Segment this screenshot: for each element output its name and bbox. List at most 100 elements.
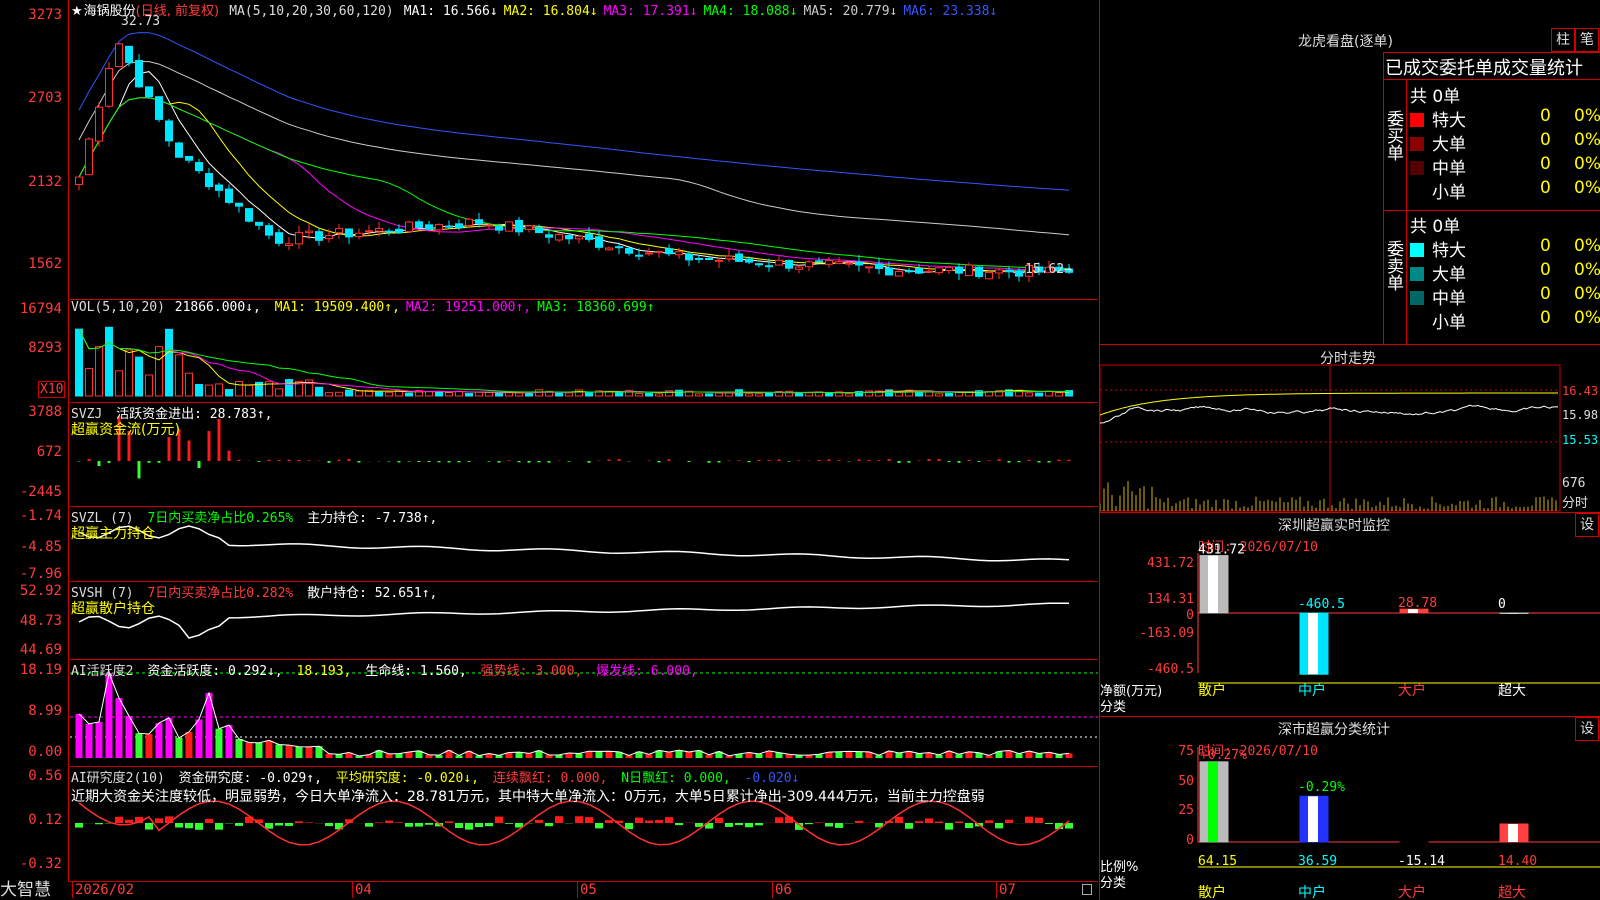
lhb-title: 龙虎看盘(逐单) — [1298, 34, 1393, 50]
price-panel[interactable]: ★海锅股份(日线, 前复权) MA(5,10,20,30,60,120) MA1… — [70, 0, 1098, 300]
category-bar-1 — [1199, 761, 1229, 843]
svsh-panel[interactable]: SVSH (7) 7日内买卖净占比0.282% 散户持仓: 52.651↑, 超… — [70, 582, 1098, 660]
axis-tick: -0.32 — [19, 856, 62, 872]
candle-body — [975, 266, 983, 277]
retail-position-line — [78, 602, 1070, 639]
color-swatch — [1410, 315, 1424, 329]
sz-monitor-bar-chart[interactable]: 431.72134.310-163.09-460.5431.72散户-460.5… — [1100, 513, 1600, 716]
axis-tick: 8.99 — [28, 703, 62, 719]
candle-body — [635, 254, 643, 257]
row-value: 0 — [1540, 308, 1551, 328]
axis-tick: 52.92 — [19, 583, 62, 599]
volume-bar — [155, 346, 163, 397]
vol-panel[interactable]: VOL(5,10,20) 21866.000↓, MA1: 19509.400↑… — [70, 300, 1098, 403]
sz-monitor-panel[interactable]: 深圳超赢实时监控 设 时间: 2026/07/10 431.72 134.31 0-… — [1100, 513, 1600, 717]
axis-tick: -7.96 — [19, 566, 62, 582]
research-bar — [325, 823, 333, 827]
ma-value-2: MA2: 19251.000↑, — [405, 300, 532, 315]
row-pct: 0% — [1574, 260, 1600, 280]
category-label: 中户 — [1298, 682, 1326, 699]
candle-body — [795, 266, 803, 270]
volume-chart[interactable] — [70, 300, 1098, 402]
candle-body — [105, 68, 113, 107]
candle-body — [945, 266, 953, 271]
volume-bar — [935, 393, 943, 397]
ai-research-header: AI研究度2(10) 资金研究度: -0.029↑, 平均研究度: -0.020… — [71, 767, 805, 786]
buy-section: 委买单 共 0单 特大 0 0% 大单 0 0% 中单 0 0% 小单 0 0% — [1383, 79, 1600, 211]
row-value: 0 — [1540, 260, 1551, 280]
activity-bar — [195, 719, 203, 758]
research-bar — [265, 823, 273, 829]
ma-line-6 — [78, 32, 1070, 191]
volume-bar — [425, 390, 433, 397]
candlestick-chart[interactable] — [70, 0, 1098, 299]
activity-bar — [575, 753, 583, 758]
vol-value: 21866.000↓, — [174, 300, 261, 315]
star-icon: ★ — [71, 4, 83, 19]
volume-bar — [345, 389, 353, 397]
sz-class-panel[interactable]: 深市超赢分类统计 设 时间: 2026/07/10 75 50 25 0 64.15 散户… — [1100, 717, 1600, 900]
y-tick: -460.5 — [1147, 662, 1194, 677]
pct-label: +0.27% — [1200, 748, 1247, 763]
activity-bar — [835, 751, 843, 758]
activity-bar — [675, 750, 683, 758]
category-bar-2 — [1299, 795, 1329, 843]
category-bar-4 — [1499, 612, 1529, 614]
tick-mode-button[interactable]: 笔 — [1575, 28, 1599, 52]
scroll-lock-icon[interactable] — [1082, 884, 1092, 895]
ai-active-panel[interactable]: AI活跃度2 资金活跃度: 0.292↓, 18.193, 生命线: 1.560… — [70, 660, 1098, 767]
row-name: 中单 — [1432, 159, 1466, 179]
y-tick: 431.72 — [1147, 556, 1194, 571]
volume-bar — [175, 354, 183, 397]
sell-side-label: 委卖单 — [1383, 240, 1403, 291]
category-label: 散户 — [1198, 884, 1226, 900]
color-swatch — [1410, 113, 1424, 127]
research-bar — [375, 822, 383, 823]
candle-body — [505, 221, 513, 232]
activity-bar — [145, 733, 153, 758]
svzj-panel[interactable]: SVZJ 活跃资金进出: 28.783↑, 超赢资金流(万元) — [70, 403, 1098, 507]
row-value: 0 — [1540, 236, 1551, 256]
ai-research-panel[interactable]: AI研究度2(10) 资金研究度: -0.029↑, 平均研究度: -0.020… — [70, 767, 1098, 882]
svzl-panel[interactable]: SVZL (7) 7日内买卖净占比0.265% 主力持仓: -7.738↑, 超… — [70, 507, 1098, 582]
date-bar: 2026/02 04 05 06 07 — [70, 882, 1098, 900]
intraday-chart[interactable]: 16.43 15.98 15.53 — [1100, 345, 1600, 512]
volume-bar — [125, 349, 133, 397]
category-label: 大户 — [1398, 682, 1426, 699]
volume-bar — [655, 393, 663, 397]
ma-value-2: MA2: 16.804↓ — [503, 4, 598, 19]
color-swatch — [1410, 243, 1424, 257]
activity-bar — [605, 751, 613, 758]
category-bar-4 — [1499, 823, 1529, 843]
fenshi-panel[interactable]: 分时走势 16.43 15.98 15.53 676 分时 — [1100, 345, 1600, 513]
activity-bar — [855, 751, 863, 758]
row-value: 0 — [1540, 284, 1551, 304]
candle-body — [225, 188, 233, 203]
fenshi-vol-unit: 分时 — [1562, 496, 1589, 511]
volume-bar — [325, 392, 333, 397]
research-bar — [1045, 823, 1053, 824]
ai-research-t4: N日飘红: 0.000, — [621, 771, 731, 786]
axis-tick: -4.85 — [19, 539, 62, 555]
lhb-col-divider — [1406, 80, 1407, 345]
candle-body — [205, 173, 213, 187]
candle-body — [805, 261, 813, 268]
activity-bar — [515, 752, 523, 758]
candle-body — [165, 120, 173, 142]
candle-body — [525, 225, 533, 230]
svzl-value: 主力持仓: -7.738↑, — [307, 511, 438, 526]
axis-tick: 3273 — [28, 7, 62, 23]
fenshi-tick: 16.43 — [1562, 384, 1598, 398]
volume-bar — [405, 392, 413, 397]
bar-mode-button[interactable]: 柱 — [1551, 28, 1575, 52]
activity-bar — [1035, 753, 1043, 758]
sz-class-bar-chart[interactable]: 755025064.15散户36.59中户-15.14大户14.40超大+0.2… — [1100, 717, 1600, 900]
candle-body — [345, 228, 353, 238]
volume-bar — [845, 393, 853, 397]
bar-highlight — [1308, 796, 1318, 842]
row-name: 小单 — [1432, 183, 1466, 203]
activity-bar — [255, 742, 263, 758]
ma-line-1 — [78, 71, 1070, 274]
activity-bar — [125, 716, 133, 758]
candle-body — [605, 247, 613, 251]
